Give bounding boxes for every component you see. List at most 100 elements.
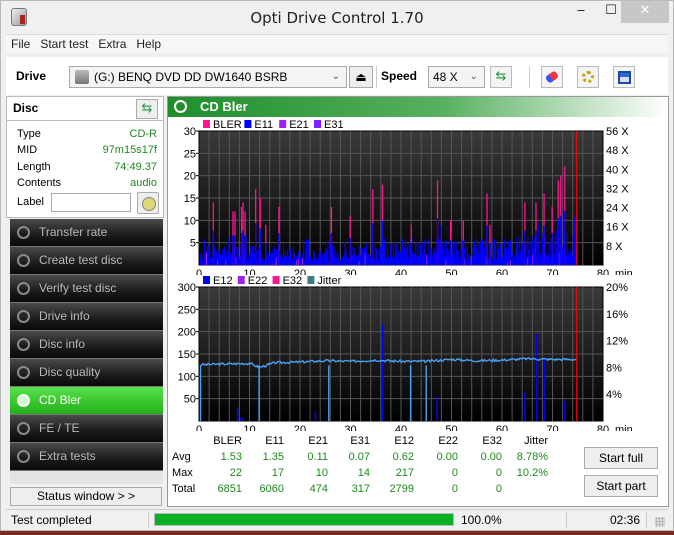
nav-fe-te[interactable]: FE / TE	[10, 415, 163, 443]
start-part-button[interactable]: Start part	[584, 475, 658, 497]
eject-button[interactable]: ⏏	[349, 66, 373, 88]
e21-bar	[364, 254, 366, 265]
bler-chart: 510152025300 10 20 30 40 50 60 70 80 min8 X16 X24…	[184, 119, 633, 275]
e12-bar	[242, 417, 245, 421]
elapsed-time: 02:36	[610, 513, 641, 527]
refresh-disc-button[interactable]: ⇆	[136, 99, 158, 119]
menu-file[interactable]: File	[6, 35, 35, 54]
stats-cell: 0.00	[436, 451, 458, 463]
nav-label: Create test disc	[39, 253, 123, 267]
drive-value: (G:) BENQ DVD DD DW1640 BSRB	[94, 70, 288, 84]
refresh-icon: ⇆	[141, 101, 153, 116]
x-tick-label: 10	[243, 424, 255, 431]
speed-value: 48 X	[433, 70, 458, 84]
menu-extra[interactable]: Extra	[93, 35, 131, 54]
e11-bar	[242, 230, 244, 265]
nav-label: FE / TE	[39, 421, 80, 435]
nav-label: Disc info	[39, 337, 86, 351]
cd-bler-panel: CD Bler 5 10 15 20 25 30 0 10 20 30 40 50 60 70 80 min 8…	[167, 96, 669, 507]
disc-label-input[interactable]	[51, 193, 131, 212]
start-full-button[interactable]: Start full	[584, 447, 658, 469]
cd-bler-icon	[174, 100, 187, 113]
minimize-button[interactable]: ‒	[566, 1, 596, 23]
menu-bar: File Start test Extra Help	[6, 34, 668, 53]
e11-bar	[255, 223, 257, 265]
create-disc-icon	[17, 254, 30, 267]
y-tick-label: 10	[184, 215, 196, 227]
stats-cell: 10.2%	[516, 467, 548, 479]
y2-tick-label: 12%	[606, 336, 628, 348]
nav-cd-bler[interactable]: CD Bler	[10, 387, 163, 415]
stats-cell: 2799	[389, 483, 414, 495]
stats-cell: 10	[315, 467, 328, 479]
y2-tick-label: 16%	[606, 309, 628, 321]
e11-bar	[557, 218, 559, 265]
e11-bar	[564, 210, 566, 265]
nav-transfer-rate[interactable]: Transfer rate	[10, 219, 163, 247]
e21-bar	[271, 264, 273, 265]
legend-label: Jitter	[317, 275, 341, 287]
stats-cell: 0.00	[480, 451, 502, 463]
disc-contents-row: Contents audio	[17, 177, 157, 189]
stats-col-header: E21	[308, 435, 328, 447]
menu-start-test[interactable]: Start test	[35, 35, 93, 54]
status-window-button[interactable]: Status window > >	[10, 487, 162, 506]
x-tick-label: 80	[597, 424, 609, 431]
close-button[interactable]: ✕	[621, 1, 669, 23]
e21-bar	[470, 256, 472, 265]
settings-button[interactable]	[577, 66, 599, 88]
stats-cell: 474	[309, 483, 328, 495]
fe-te-icon	[17, 422, 30, 435]
y-tick-label: 200	[178, 327, 196, 339]
stats-cell: 22	[229, 467, 242, 479]
stats-col-header: E31	[350, 435, 370, 447]
erase-button[interactable]	[541, 66, 563, 88]
stats-row-label: Total	[172, 483, 196, 495]
nav-extra-tests[interactable]: Extra tests	[10, 443, 163, 471]
e11-bar	[524, 230, 526, 265]
disc-mid-value: 97m15s17f	[102, 144, 157, 156]
e11-bar	[436, 218, 439, 265]
x-tick-label: 60	[496, 424, 508, 431]
x-tick-label: 20	[294, 424, 306, 431]
disc-contents-key: Contents	[17, 177, 62, 189]
panel-title: CD Bler	[200, 99, 248, 114]
y-tick-label: 15	[184, 193, 196, 205]
legend-swatch	[272, 276, 280, 284]
e21-bar	[358, 260, 360, 265]
nav-drive-info[interactable]: Drive info	[10, 303, 163, 331]
stats-cell: 14	[357, 467, 370, 479]
x-tick-label: 40	[395, 424, 407, 431]
y-tick-label: 150	[178, 349, 196, 361]
disc-type-row: Type CD-R	[17, 128, 157, 140]
y2-tick-label: 56 X	[606, 126, 629, 138]
refresh-speed-button[interactable]: ⇆	[490, 66, 512, 88]
legend-swatch	[279, 120, 287, 128]
y2-tick-label: 4%	[606, 389, 622, 401]
e21-bar	[274, 263, 276, 265]
save-button[interactable]	[613, 66, 635, 88]
transfer-rate-icon	[17, 226, 30, 239]
apply-label-button[interactable]	[137, 192, 159, 214]
menu-help[interactable]: Help	[131, 35, 166, 54]
y2-tick-label: 16 X	[606, 222, 629, 234]
e11-bar	[535, 230, 537, 265]
drive-select[interactable]: (G:) BENQ DVD DD DW1640 BSRB ⌄	[69, 66, 347, 88]
y2-tick-label: 48 X	[606, 145, 629, 157]
legend-swatch	[244, 120, 252, 128]
stats-col-header: BLER	[213, 435, 242, 447]
nav-disc-info[interactable]: Disc info	[10, 331, 163, 359]
e12-bar	[543, 358, 546, 421]
y-tick-label: 50	[184, 394, 196, 406]
nav-verify-test-disc[interactable]: Verify test disc	[10, 275, 163, 303]
x-tick-label: 70	[546, 424, 558, 431]
disc-length-row: Length 74:49.37	[17, 161, 157, 173]
speed-select[interactable]: 48 X ⌄	[428, 66, 485, 88]
e12-bar	[236, 407, 239, 421]
legend-swatch	[314, 120, 321, 128]
y2-tick-label: 24 X	[606, 203, 629, 215]
stats-cell: 8.78%	[516, 451, 548, 463]
nav-disc-quality[interactable]: Disc quality	[10, 359, 163, 387]
nav-create-test-disc[interactable]: Create test disc	[10, 247, 163, 275]
resize-grip[interactable]	[655, 517, 665, 527]
